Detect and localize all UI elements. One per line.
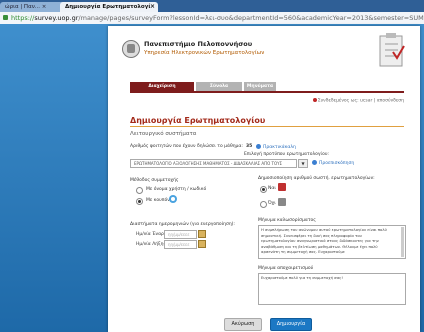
url-text[interactable]: https://survey.uop.gr/manage/pages/surve… [11, 13, 424, 23]
url-host: survey.uop.gr [34, 14, 79, 22]
welcome-textarea[interactable]: Η συμπλήρωση του ανώνυμου αυτού ερωτηματ… [258, 225, 406, 259]
method-option-username: Με όνομα χρήστη / κωδικό [146, 187, 207, 192]
chevron-down-icon[interactable]: ▼ [298, 159, 308, 168]
method-label: Μέθοδος συμμετοχής [130, 178, 179, 183]
calendar-icon[interactable] [198, 230, 206, 238]
publish-radio-yes[interactable] [260, 186, 267, 193]
method-radio-coupon[interactable] [136, 198, 143, 205]
goodbye-label: Μήνυμα αποχαιρετισμού [258, 266, 314, 271]
student-count-label: Αριθμός φοιτητών που έχουν δηλώσει το μά… [130, 144, 243, 149]
user-icon [312, 98, 317, 102]
preview-link-text: Προεπισκόπηση [319, 161, 355, 166]
course-name: Λειτουργικό συστήματα [130, 131, 197, 137]
welcome-label: Μήνυμα καλωσορίσματος [258, 218, 316, 223]
calendar-icon[interactable] [198, 240, 206, 248]
info-icon [256, 144, 261, 149]
university-name: Πανεπιστήμιο Πελοποννήσου [144, 40, 253, 48]
welcome-text: Η συμπλήρωση του ανώνυμου αυτού ερωτηματ… [261, 227, 387, 254]
scrollbar[interactable] [401, 227, 404, 257]
tab-label: ώρια | Παν... × [5, 4, 47, 10]
page-background: Πανεπιστήμιο Πελοποννήσου Υπηρεσία Ηλεκτ… [0, 24, 424, 332]
clipboard-checklist-icon [379, 33, 405, 67]
page-title: Δημιουργία Ερωτηματολογίου [130, 116, 266, 125]
cancel-button[interactable]: Ακύρωση [224, 318, 262, 331]
service-name: Υπηρεσία Ηλεκτρονικών Ερωτηματολογίων [144, 50, 265, 56]
chart-icon [278, 183, 286, 191]
dates-label: Διαστήματα ημερομηνιών (για ενεργοποίηση… [130, 222, 235, 227]
template-label: Επιλογή προτύπου ερωτηματολογίου: [244, 152, 329, 157]
menu-divider [130, 91, 404, 93]
start-date-input[interactable]: ηη/μμ/εεεε [164, 230, 197, 239]
method-radio-username[interactable] [136, 187, 143, 194]
tab-question-sets[interactable]: Σύνολα Ερωτήσεων [196, 82, 242, 98]
end-date-label: Ημ/νία Λήξης [136, 242, 167, 247]
content-panel: Πανεπιστήμιο Πελοποννήσου Υπηρεσία Ηλεκτ… [108, 26, 420, 332]
publish-option-no: Όχι [268, 201, 276, 206]
info-link[interactable]: Πρακτικάκαλη [256, 144, 296, 150]
site-header: Πανεπιστήμιο Πελοποννήσου Υπηρεσία Ηλεκτ… [108, 26, 420, 78]
publish-label: Δημοσιοποίηση αριθμού σωστή. ερωτηματολο… [258, 176, 375, 181]
end-date-input[interactable]: ηη/μμ/εεεε [164, 240, 197, 249]
university-crest-icon [122, 40, 140, 58]
create-button[interactable]: Δημιουργία [270, 318, 312, 331]
tab-bar: ώρια | Παν... × Δημιουργία Ερωτηματολογί… [0, 0, 424, 12]
preview-icon [312, 160, 317, 165]
url-path: /manage/pages/surveyForm?lessonId=λει-συ… [78, 14, 424, 22]
title-divider [130, 126, 404, 127]
goodbye-textarea[interactable]: Ευχαριστούμε πολύ για τη συμμετοχή σας! [258, 273, 406, 305]
browser-chrome: ώρια | Παν... × Δημιουργία Ερωτηματολογί… [0, 0, 424, 25]
goodbye-text: Ευχαριστούμε πολύ για τη συμμετοχή σας! [261, 275, 343, 280]
url-protocol: https:// [11, 14, 35, 22]
student-count-value: 35 [246, 144, 253, 149]
user-status-text: Συνδεδεμένος ως: ucsar | αποσύνδεση [317, 98, 404, 104]
tab-messages[interactable]: Μηνύματα [244, 82, 276, 91]
preview-link[interactable]: Προεπισκόπηση [312, 160, 354, 166]
browser-tab-active[interactable]: Δημιουργία Ερωτηματολογί × [60, 2, 158, 12]
hidden-chart-icon [278, 198, 286, 206]
tab-label: Δημιουργία Ερωτηματολογί [65, 4, 151, 10]
lock-icon [3, 15, 8, 20]
template-select[interactable]: ΕΡΩΤΗΜΑΤΟΛΟΓΙΟ ΑΞΙΟΛΟΓΗΣΗΣ ΜΑΘΗΜΑΤΟΣ - Δ… [130, 159, 297, 168]
publish-radio-no[interactable] [260, 201, 267, 208]
tab-questionnaires[interactable]: Διαχείριση Ερωτηματολογίων [130, 82, 194, 98]
coupon-icon [169, 195, 177, 203]
user-status: Συνδεδεμένος ως: ucsar | αποσύνδεση [312, 98, 404, 104]
close-icon[interactable]: × [150, 2, 155, 12]
info-link-text: Πρακτικάκαλη [263, 145, 296, 150]
publish-option-yes: Ναι [268, 186, 276, 191]
